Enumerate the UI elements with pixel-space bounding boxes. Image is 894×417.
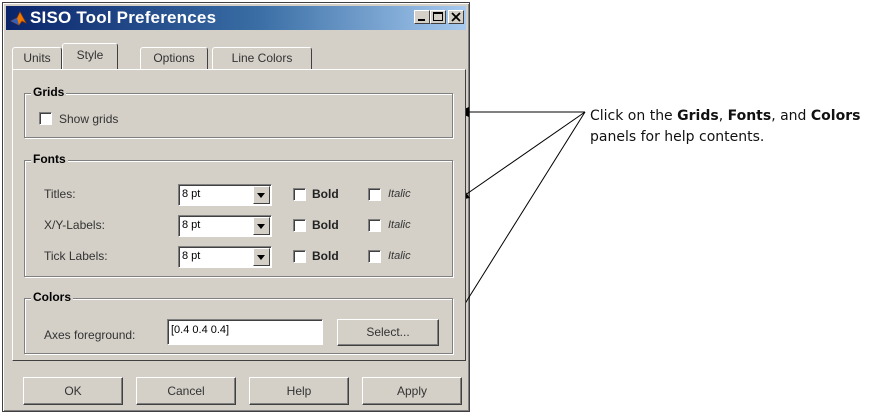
tick-labels-font-size-select[interactable]: 8 pt (178, 246, 272, 268)
fonts-panel-title: Fonts (31, 152, 68, 166)
chevron-down-icon[interactable] (253, 186, 270, 204)
tick-labels-bold-label: Bold (312, 249, 339, 263)
chevron-down-icon[interactable] (253, 217, 270, 235)
annotation-colors: Colors (810, 108, 861, 124)
xy-labels-label: X/Y-Labels: (44, 218, 105, 232)
chevron-down-icon[interactable] (253, 248, 270, 266)
axes-foreground-label: Axes foreground: (44, 328, 136, 342)
show-grids-checkbox[interactable] (39, 112, 52, 125)
xy-labels-bold-label: Bold (312, 218, 339, 232)
axes-foreground-input[interactable]: [0.4 0.4 0.4] (167, 319, 323, 345)
grids-panel[interactable]: Grids Show grids (24, 85, 453, 138)
annotation-grids: Grids (677, 108, 719, 124)
colors-panel[interactable]: Colors Axes foreground: [0.4 0.4 0.4] Se… (24, 290, 453, 354)
arrow-to-colors-icon (455, 111, 586, 319)
xy-labels-bold-checkbox[interactable] (293, 219, 306, 232)
titles-bold-checkbox[interactable] (293, 188, 306, 201)
titles-font-size-select[interactable]: 8 pt (178, 184, 272, 206)
xy-labels-font-size-select[interactable]: 8 pt (178, 215, 272, 237)
tick-labels-italic-checkbox[interactable] (368, 250, 381, 263)
annotation-line2: panels for help contents. (590, 129, 765, 145)
titles-italic-checkbox[interactable] (368, 188, 381, 201)
xy-labels-italic-checkbox[interactable] (368, 219, 381, 232)
colors-panel-title: Colors (31, 290, 74, 304)
xy-labels-italic-label: Italic (388, 219, 411, 231)
tick-labels-label: Tick Labels: (44, 249, 108, 263)
select-color-button[interactable]: Select... (337, 319, 439, 346)
tick-labels-italic-label: Italic (388, 250, 411, 262)
help-annotation: Click on the Grids, Fonts, and Colors pa… (590, 108, 861, 145)
arrow-to-fonts-icon (457, 111, 586, 201)
tab-style[interactable]: Style (62, 43, 118, 69)
fonts-panel[interactable]: Fonts Titles: 8 pt Bold Italic X/Y-Label… (24, 152, 453, 277)
tick-labels-bold-checkbox[interactable] (293, 250, 306, 263)
titles-bold-label: Bold (312, 187, 339, 201)
grids-panel-title: Grids (31, 85, 67, 99)
show-grids-label: Show grids (59, 112, 119, 126)
annotation-fonts: Fonts (727, 108, 772, 124)
titles-italic-label: Italic (388, 188, 411, 200)
style-tab-panel: Grids Show grids Fonts Titles: 8 pt Bold… (12, 69, 466, 361)
titles-label: Titles: (44, 187, 76, 201)
